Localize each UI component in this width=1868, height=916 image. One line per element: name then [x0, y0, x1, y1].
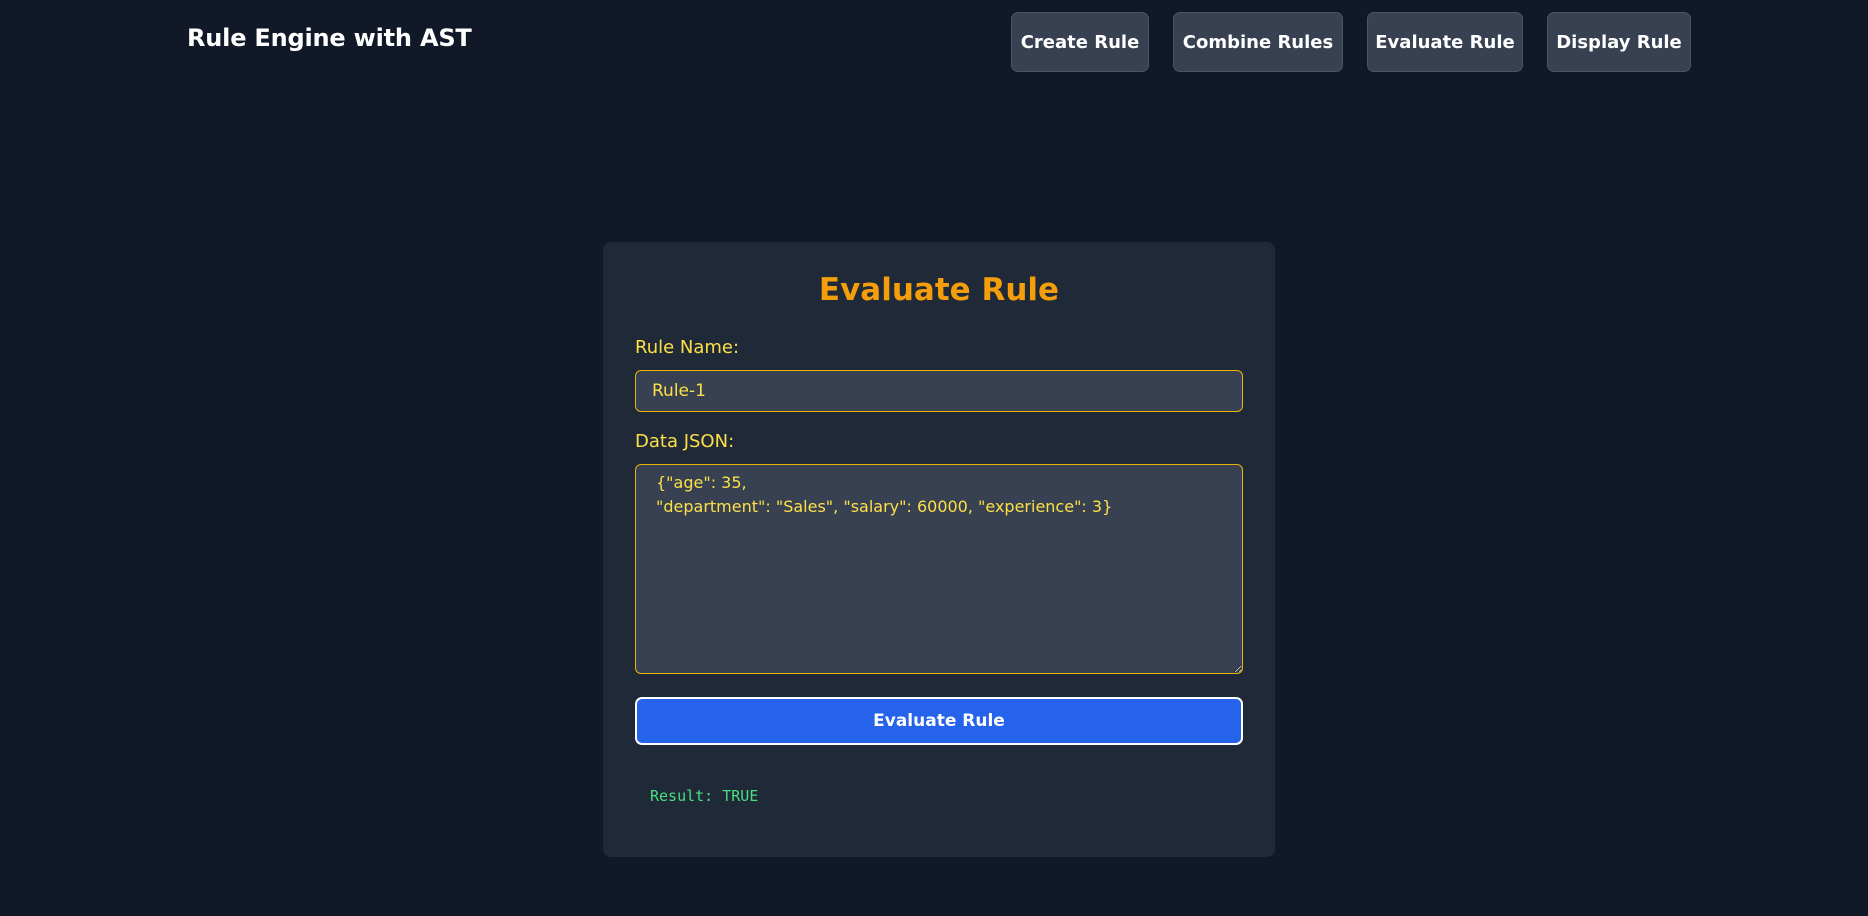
top-navigation-bar: Rule Engine with AST Create Rule Combine…	[0, 0, 1868, 84]
rule-name-input[interactable]	[635, 370, 1243, 412]
data-json-label: Data JSON:	[635, 431, 735, 452]
combine-rules-nav-button[interactable]: Combine Rules	[1173, 12, 1343, 72]
display-rule-nav-button[interactable]: Display Rule	[1547, 12, 1691, 72]
evaluate-rule-title: Evaluate Rule	[818, 272, 1060, 308]
rule-name-label: Rule Name:	[635, 337, 740, 358]
create-rule-nav-button[interactable]: Create Rule	[1011, 12, 1149, 72]
evaluate-rule-nav-button[interactable]: Evaluate Rule	[1367, 12, 1523, 72]
evaluation-result: Result: TRUE	[650, 787, 759, 805]
data-json-textarea[interactable]: {"age": 35, "department": "Sales", "sala…	[635, 464, 1243, 674]
evaluate-rule-card: Evaluate Rule Rule Name: Data JSON: {"ag…	[603, 242, 1275, 857]
evaluate-rule-submit-button[interactable]: Evaluate Rule	[635, 697, 1243, 745]
app-title: Rule Engine with AST	[187, 24, 472, 52]
